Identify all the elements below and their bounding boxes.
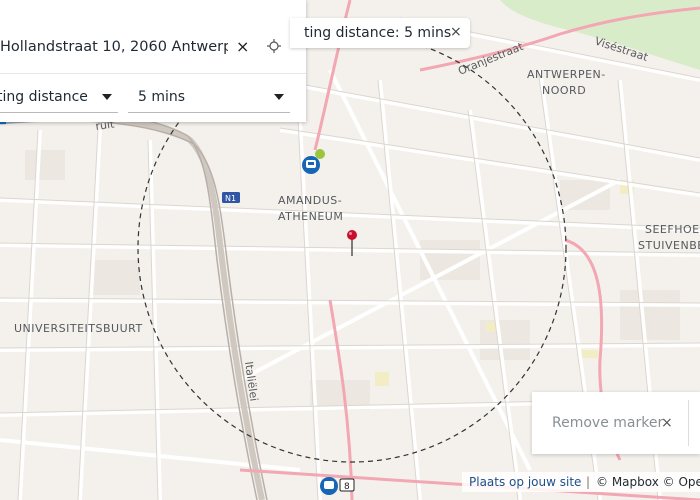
area-label-antwerpen-noord-2: NOORD (542, 84, 586, 97)
embed-link[interactable]: Plaats op jouw site (469, 475, 581, 489)
walking-distance-chip-close-button[interactable]: × (450, 24, 462, 40)
remove-marker-separator (688, 400, 689, 446)
area-label-amandus-1: AMANDUS- (278, 194, 342, 207)
travel-mode-value: ting distance (0, 89, 88, 105)
area-label-seefhoek-1: SEEFHOEK (645, 223, 700, 236)
area-label-amandus-2: ATHENEUM (278, 210, 343, 223)
travel-time-value: 5 mins (138, 89, 186, 105)
chevron-down-icon (274, 94, 284, 100)
address-input[interactable]: Hollandstraat 10, 2060 Antwerpe (0, 39, 228, 55)
map-attribution: Plaats op jouw site | © Mapbox © Open (462, 472, 700, 492)
route-shield-n1-label: N1 (225, 194, 236, 203)
search-panel: Hollandstraat 10, 2060 Antwerpe × ting d… (0, 0, 306, 122)
walking-distance-chip-label: ting distance: 5 mins (304, 25, 452, 41)
crosshair-icon[interactable] (267, 39, 281, 53)
area-label-seefhoek-2: STUIVENBE (638, 239, 700, 252)
attribution-separator: | (586, 475, 591, 489)
chevron-down-icon (102, 94, 112, 100)
clear-address-button[interactable]: × (236, 37, 249, 56)
area-label-antwerpen-noord-1: ANTWERPEN- (527, 68, 606, 81)
area-label-universiteitsbuurt: UNIVERSITEITSBUURT (14, 322, 143, 335)
route-shield-n1: N1 (222, 192, 240, 203)
remove-marker-button[interactable]: Remove marker (552, 415, 663, 431)
address-row: Hollandstraat 10, 2060 Antwerpe × (0, 30, 306, 64)
travel-time-select[interactable]: 5 mins (128, 84, 290, 113)
map-view[interactable]: ANTWERPEN- NOORD AMANDUS- ATHENEUM SEEFH… (0, 0, 700, 500)
route-shield-8-label: 8 (344, 482, 350, 492)
remove-marker-close-button[interactable]: × (661, 415, 673, 431)
travel-mode-select[interactable]: ting distance (0, 84, 118, 113)
remove-marker-panel: Remove marker × (532, 392, 700, 454)
panel-divider (0, 73, 306, 74)
mapbox-copyright-link[interactable]: © Mapbox © Open (596, 475, 700, 489)
walking-distance-chip: ting distance: 5 mins × (290, 18, 470, 48)
